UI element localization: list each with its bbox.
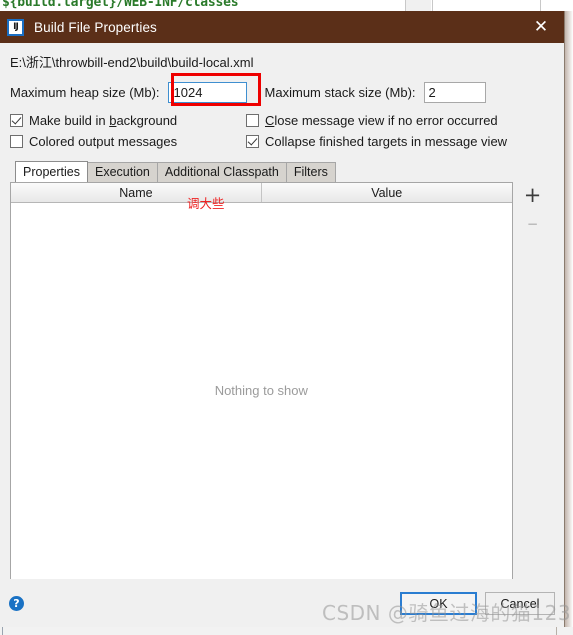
build-file-properties-dialog: IJ Build File Properties ✕ E:\浙江\throwbi… xyxy=(0,11,565,627)
heap-size-label: Maximum heap size (Mb): xyxy=(10,84,160,100)
checkbox-box[interactable] xyxy=(10,135,23,148)
dialog-title: Build File Properties xyxy=(34,19,157,35)
dialog-titlebar: IJ Build File Properties ✕ xyxy=(0,11,564,43)
screenshot-root: ${build.target}/WEB-INF/classes IJ Build… xyxy=(0,0,573,635)
dialog-shadow xyxy=(565,11,573,627)
checkbox-label: Colored output messages xyxy=(29,134,178,149)
properties-tabbar: Properties Execution Additional Classpat… xyxy=(10,161,554,182)
checkbox-close-message-view[interactable]: Close message view if no error occurred xyxy=(246,113,554,128)
memory-settings-row: Maximum heap size (Mb): Maximum stack si… xyxy=(10,73,554,106)
table-toolbar: + – xyxy=(512,182,554,584)
close-icon[interactable]: ✕ xyxy=(518,11,564,43)
build-file-path: E:\浙江\throwbill-end2\build\build-local.x… xyxy=(10,55,254,70)
background-divider-b xyxy=(432,0,433,11)
checkbox-label: Make build in background xyxy=(29,113,178,128)
background-bottom-divider-a xyxy=(2,627,3,635)
checkbox-label: Close message view if no error occurred xyxy=(265,113,498,128)
stack-size-label: Maximum stack size (Mb): xyxy=(264,84,416,100)
tab-properties[interactable]: Properties xyxy=(15,161,88,182)
tab-additional-classpath[interactable]: Additional Classpath xyxy=(156,162,287,182)
remove-property-button: – xyxy=(527,210,538,235)
checkbox-make-build-in-background[interactable]: Make build in background xyxy=(10,113,246,128)
background-bottom-divider-b xyxy=(556,627,557,635)
table-body[interactable]: Nothing to show xyxy=(11,203,512,583)
add-property-button[interactable]: + xyxy=(522,184,544,206)
cancel-button[interactable]: Cancel xyxy=(485,592,555,615)
dialog-footer: ? OK Cancel xyxy=(0,579,564,627)
intellij-idea-icon: IJ xyxy=(7,18,24,36)
empty-state-text: Nothing to show xyxy=(214,382,308,398)
background-divider-c xyxy=(540,0,541,11)
stack-size-input[interactable] xyxy=(423,81,486,103)
build-options-group: Make build in background Close message v… xyxy=(10,113,554,149)
properties-panel: Name Value Nothing to show 调大些 + – xyxy=(10,182,554,584)
background-bottom-strip xyxy=(0,627,573,635)
red-annotation-text: 调大些 xyxy=(187,196,225,211)
ok-button[interactable]: OK xyxy=(400,592,477,615)
heap-size-input[interactable] xyxy=(167,81,247,103)
table-header-row: Name Value xyxy=(11,183,512,203)
background-editor-text: ${build.target}/WEB-INF/classes xyxy=(2,0,239,10)
checkbox-colored-output-messages[interactable]: Colored output messages xyxy=(10,134,246,149)
tab-execution[interactable]: Execution xyxy=(86,162,158,182)
column-header-value[interactable]: Value xyxy=(260,183,512,202)
checkbox-box[interactable] xyxy=(246,114,259,127)
checkbox-box[interactable] xyxy=(10,114,23,127)
background-editor: ${build.target}/WEB-INF/classes xyxy=(0,0,573,11)
checkbox-label: Collapse finished targets in message vie… xyxy=(265,134,508,149)
background-divider-a xyxy=(405,0,406,11)
properties-table: Name Value Nothing to show 调大些 xyxy=(10,182,513,584)
checkbox-collapse-finished-targets[interactable]: Collapse finished targets in message vie… xyxy=(246,134,554,149)
intellij-idea-icon-text: IJ xyxy=(13,21,19,32)
tab-filters[interactable]: Filters xyxy=(285,162,336,182)
checkbox-box[interactable] xyxy=(246,135,259,148)
background-scrollbar xyxy=(406,0,431,11)
dialog-body: E:\浙江\throwbill-end2\build\build-local.x… xyxy=(0,54,564,584)
help-icon[interactable]: ? xyxy=(9,596,24,611)
